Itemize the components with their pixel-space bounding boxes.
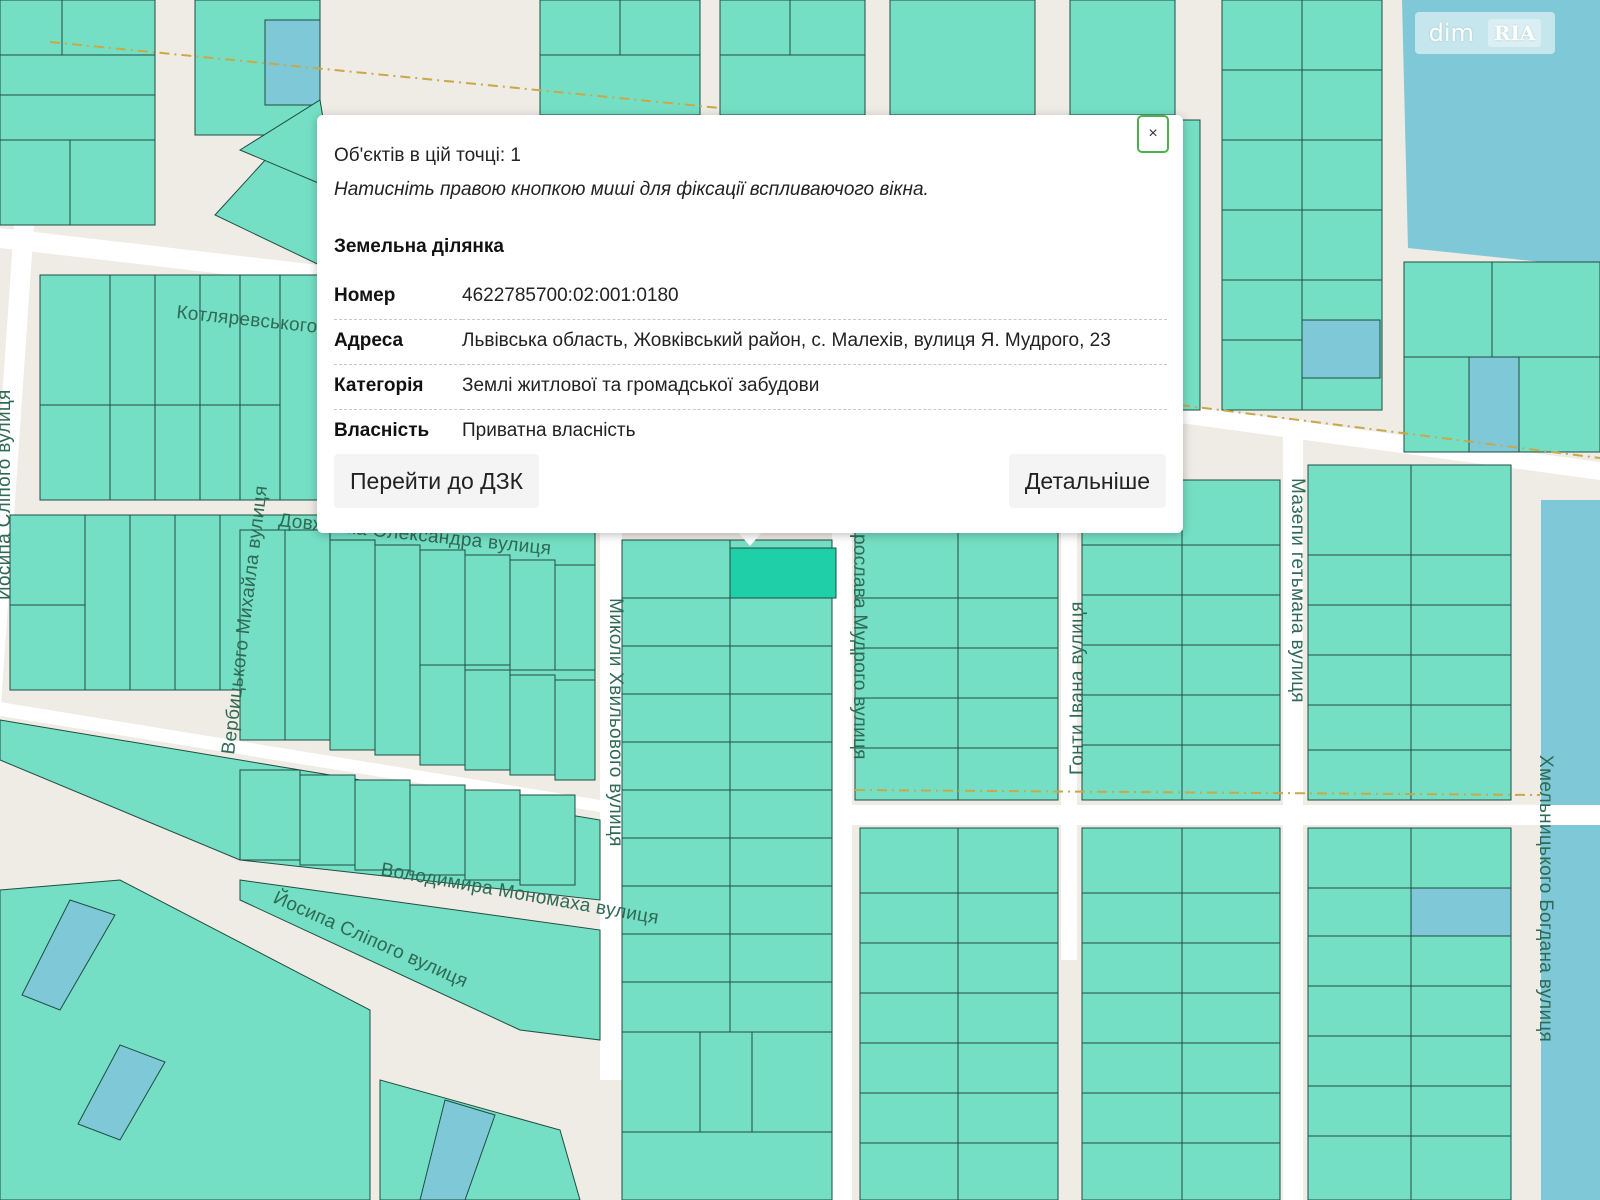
go-to-dzk-button[interactable]: Перейти до ДЗК <box>334 454 539 508</box>
street-label: Гонти Івана вулиця <box>1067 601 1088 775</box>
street-label: Хмельницького Богдана вулиця <box>1535 755 1556 1042</box>
detail-row-category: Категорія Землі житлової та громадської … <box>334 364 1167 410</box>
watermark-logo: dim RIA <box>1415 12 1555 54</box>
popup-hint: Натисніть правою кнопкою миші для фіксац… <box>334 179 929 200</box>
popup-title: Земельна ділянка <box>334 236 504 257</box>
detail-key: Власність <box>334 420 430 441</box>
detail-value: Львівська область, Жовківський район, с.… <box>462 319 1167 365</box>
details-button[interactable]: Детальніше <box>1008 454 1166 508</box>
logo-dim: dim <box>1428 19 1474 47</box>
detail-row-ownership: Власність Приватна власність <box>334 410 1167 455</box>
street-label: Мазепи гетьмана вулиця <box>1287 478 1308 703</box>
detail-value: 4622785700:02:001:0180 <box>462 275 1167 320</box>
street-label: Ярослава Мудрого вулиця <box>849 520 870 760</box>
logo-ria: RIA <box>1487 19 1542 47</box>
parcel-info-popup: × Об'єктів в цій точці: 1 Натисніть прав… <box>317 115 1183 533</box>
detail-key: Адреса <box>334 319 462 365</box>
close-button[interactable]: × <box>1137 115 1169 153</box>
detail-key: Категорія <box>334 364 462 410</box>
detail-key: Номер <box>334 275 462 320</box>
selected-parcel <box>729 547 837 599</box>
objects-count: Об'єктів в цій точці: 1 <box>334 145 521 166</box>
parcel-details-table: Номер 4622785700:02:001:0180 Адреса Льві… <box>334 275 1167 454</box>
street-label: Миколи Хвильового вулиця <box>605 598 626 847</box>
detail-value: Приватна власність <box>462 420 636 441</box>
detail-value: Землі житлової та громадської забудови <box>462 364 1167 410</box>
street-label: Йосипа Сліпого вулиця <box>0 389 15 600</box>
detail-row-number: Номер 4622785700:02:001:0180 <box>334 275 1167 320</box>
detail-row-address: Адреса Львівська область, Жовківський ра… <box>334 319 1167 365</box>
